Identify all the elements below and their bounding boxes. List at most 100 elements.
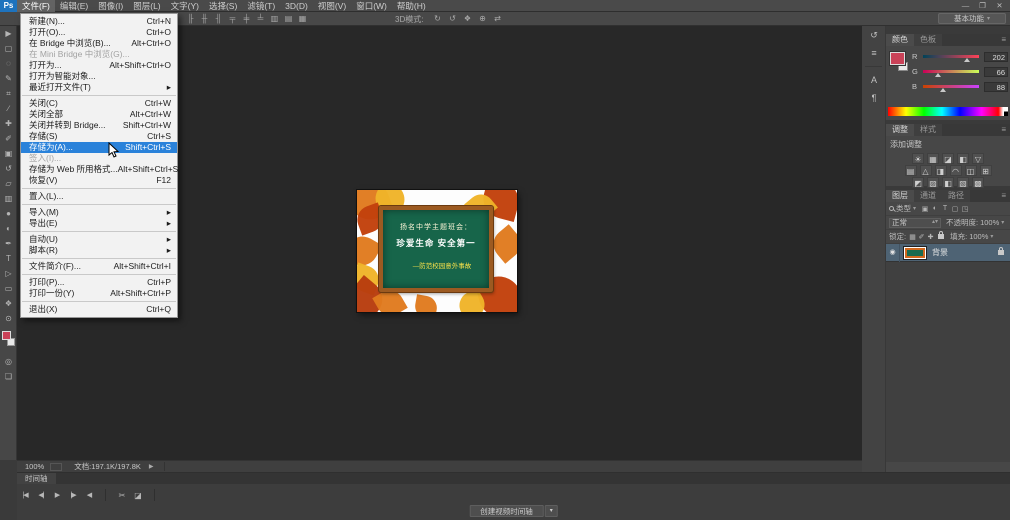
dodge-tool[interactable]: ◐ bbox=[0, 221, 17, 236]
menubar-item-9[interactable]: 窗口(W) bbox=[351, 0, 392, 12]
crop-tool[interactable]: ⌗ bbox=[0, 86, 17, 101]
file-menu-item[interactable]: 置入(L)... bbox=[21, 191, 177, 202]
distribute-center-icon[interactable]: ▤ bbox=[283, 13, 294, 24]
menubar-item-8[interactable]: 视图(V) bbox=[313, 0, 351, 12]
quick-selection-tool[interactable]: ✎ bbox=[0, 71, 17, 86]
distribute-right-icon[interactable]: ▦ bbox=[297, 13, 308, 24]
menubar-item-1[interactable]: 编辑(E) bbox=[55, 0, 93, 12]
invert-icon[interactable]: ◩ bbox=[912, 177, 924, 188]
3d-slide-icon[interactable]: ⊕ bbox=[477, 13, 488, 24]
align-right-edges-icon[interactable]: ╢ bbox=[213, 13, 224, 24]
menubar-item-0[interactable]: 文件(F) bbox=[17, 0, 55, 12]
restore-button[interactable]: ❐ bbox=[974, 0, 991, 11]
slider-thumb[interactable] bbox=[935, 73, 941, 77]
panel-menu-icon[interactable]: ≡ bbox=[997, 34, 1010, 46]
zoom-level[interactable]: 100% bbox=[25, 462, 44, 471]
color-spectrum-ramp[interactable] bbox=[888, 107, 1008, 116]
quick-mask-button[interactable]: ◎ bbox=[0, 354, 17, 369]
color-balance-icon[interactable]: △ bbox=[920, 165, 932, 176]
horizontal-type-tool[interactable]: T bbox=[0, 251, 17, 266]
foreground-color-swatch[interactable] bbox=[890, 52, 905, 65]
foreground-color-swatch[interactable] bbox=[2, 331, 11, 340]
play-button[interactable]: ▶ bbox=[49, 491, 65, 499]
tab-adjustments[interactable]: 调整 bbox=[886, 124, 914, 136]
brush-tool[interactable]: ✐ bbox=[0, 131, 17, 146]
file-menu-item[interactable]: 关闭并转到 Bridge...Shift+Ctrl+W bbox=[21, 120, 177, 131]
channel-slider-G[interactable] bbox=[923, 70, 979, 73]
channel-slider-B[interactable] bbox=[923, 85, 979, 88]
filter-shape-layers-icon[interactable]: ▢ bbox=[950, 205, 960, 213]
file-menu-item[interactable]: 脚本(R)▸ bbox=[21, 245, 177, 256]
file-menu-item[interactable]: 打印(P)...Ctrl+P bbox=[21, 277, 177, 288]
first-frame-button[interactable]: |◀ bbox=[17, 491, 33, 499]
file-menu-item[interactable]: 打开为智能对象... bbox=[21, 71, 177, 82]
slider-thumb[interactable] bbox=[964, 58, 970, 62]
tab-color[interactable]: 颜色 bbox=[886, 34, 914, 46]
blend-mode-select[interactable]: 正常 ▴▾ bbox=[889, 218, 941, 228]
tab-channels[interactable]: 通道 bbox=[914, 190, 942, 202]
menubar-item-2[interactable]: 图像(I) bbox=[93, 0, 128, 12]
menubar-item-4[interactable]: 文字(Y) bbox=[166, 0, 204, 12]
create-video-timeline-button[interactable]: 创建视频时间轴 bbox=[469, 505, 544, 517]
3d-roll-icon[interactable]: ↺ bbox=[447, 13, 458, 24]
3d-rotate-icon[interactable]: ↻ bbox=[432, 13, 443, 24]
eraser-tool[interactable]: ▱ bbox=[0, 176, 17, 191]
split-clip-icon[interactable]: ✂ bbox=[114, 491, 130, 500]
3d-scale-icon[interactable]: ⇄ bbox=[492, 13, 503, 24]
history-panel-icon[interactable]: ↺ bbox=[862, 26, 886, 44]
vibrance-icon[interactable]: ▽ bbox=[972, 153, 984, 164]
filter-smart-objects-icon[interactable]: ◳ bbox=[960, 205, 970, 213]
file-menu-item[interactable]: 导出(E)▸ bbox=[21, 218, 177, 229]
workspace-switcher[interactable]: 基本功能 ▾ bbox=[938, 13, 1006, 24]
visibility-eye-icon[interactable]: ◉ bbox=[886, 244, 900, 262]
layer-thumbnail[interactable] bbox=[903, 246, 927, 260]
previous-frame-button[interactable]: ◀| bbox=[33, 491, 49, 499]
chevron-down-icon[interactable]: ▾ bbox=[545, 505, 558, 517]
opacity-value[interactable]: 100% bbox=[980, 218, 999, 227]
file-menu-item[interactable]: 打开为...Alt+Shift+Ctrl+O bbox=[21, 60, 177, 71]
panel-menu-icon[interactable]: ≡ bbox=[997, 124, 1010, 136]
status-arrow-icon[interactable]: ▶ bbox=[149, 463, 154, 470]
align-horizontal-centers-icon[interactable]: ╫ bbox=[199, 13, 210, 24]
file-menu-item[interactable]: 自动(U)▸ bbox=[21, 234, 177, 245]
move-tool[interactable]: ▶ bbox=[0, 26, 17, 41]
paragraph-panel-icon[interactable]: ¶ bbox=[862, 89, 886, 107]
tab-timeline[interactable]: 时间轴 bbox=[17, 473, 56, 484]
pen-tool[interactable]: ✒ bbox=[0, 236, 17, 251]
photo-filter-icon[interactable]: ◠ bbox=[950, 165, 962, 176]
rectangular-marquee-tool[interactable]: ▢ bbox=[0, 41, 17, 56]
transition-icon[interactable]: ◪ bbox=[130, 491, 146, 500]
menubar-item-5[interactable]: 选择(S) bbox=[204, 0, 242, 12]
character-panel-icon[interactable]: A bbox=[862, 71, 886, 89]
tab-paths[interactable]: 路径 bbox=[942, 190, 970, 202]
close-button[interactable]: ✕ bbox=[991, 0, 1008, 11]
file-menu-item[interactable]: 退出(X)Ctrl+Q bbox=[21, 304, 177, 315]
document-canvas[interactable]: 扬名中学主题班会： 珍爱生命 安全第一 —防范校园意外事故 bbox=[357, 190, 517, 312]
lock-image-pixels-icon[interactable]: ✐ bbox=[917, 233, 926, 241]
eyedropper-tool[interactable]: ∕ bbox=[0, 101, 17, 116]
slider-thumb[interactable] bbox=[940, 88, 946, 92]
path-selection-tool[interactable]: ▷ bbox=[0, 266, 17, 281]
gradient-tool[interactable]: ▥ bbox=[0, 191, 17, 206]
file-menu-item[interactable]: 存储为(A)...Shift+Ctrl+S bbox=[21, 142, 177, 153]
rectangle-tool[interactable]: ▭ bbox=[0, 281, 17, 296]
file-menu-item[interactable]: 存储(S)Ctrl+S bbox=[21, 131, 177, 142]
distribute-left-icon[interactable]: ▥ bbox=[269, 13, 280, 24]
spot-healing-brush-tool[interactable]: ✚ bbox=[0, 116, 17, 131]
hue-saturation-icon[interactable]: ▤ bbox=[905, 165, 917, 176]
layer-row-background[interactable]: ◉ 背景 bbox=[886, 244, 1010, 262]
color-lookup-icon[interactable]: ⊞ bbox=[980, 165, 992, 176]
tab-styles[interactable]: 样式 bbox=[914, 124, 942, 136]
filter-type-label[interactable]: 类型 bbox=[896, 203, 911, 214]
menubar-item-6[interactable]: 滤镜(T) bbox=[242, 0, 280, 12]
file-menu-item[interactable]: 在 Bridge 中浏览(B)...Alt+Ctrl+O bbox=[21, 38, 177, 49]
file-menu-item[interactable]: 打印一份(Y)Alt+Shift+Ctrl+P bbox=[21, 288, 177, 299]
color-swatches[interactable] bbox=[0, 328, 17, 354]
file-menu-item[interactable]: 最近打开文件(T)▸ bbox=[21, 82, 177, 93]
file-menu-item[interactable]: 新建(N)...Ctrl+N bbox=[21, 16, 177, 27]
fill-value[interactable]: 100% bbox=[969, 232, 988, 241]
file-menu-item[interactable]: 在 Mini Bridge 中浏览(G)... bbox=[21, 49, 177, 60]
file-menu-item[interactable]: 签入(I)... bbox=[21, 153, 177, 164]
history-brush-tool[interactable]: ↺ bbox=[0, 161, 17, 176]
tab-swatches[interactable]: 色板 bbox=[914, 34, 942, 46]
